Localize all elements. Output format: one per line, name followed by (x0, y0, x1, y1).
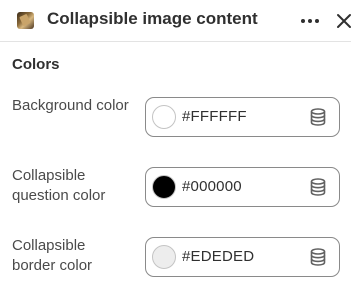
more-horizontal-icon (301, 19, 319, 23)
panel-header: Collapsible image content (0, 0, 351, 42)
hex-value[interactable]: #000000 (182, 178, 242, 195)
database-icon[interactable] (309, 108, 327, 126)
collapsible-question-color-label: Collapsible question color (12, 167, 106, 204)
color-swatch[interactable] (152, 105, 176, 129)
section-title-colors: Colors (12, 56, 60, 73)
database-icon[interactable] (309, 248, 327, 266)
database-icon[interactable] (309, 178, 327, 196)
image-thumbnail-icon (17, 12, 34, 29)
hex-value[interactable]: #EDEDED (182, 248, 254, 265)
color-swatch[interactable] (152, 175, 176, 199)
close-icon (337, 14, 351, 28)
collapsible-question-color-picker[interactable]: #000000 (145, 167, 340, 207)
background-color-picker[interactable]: #FFFFFF (145, 97, 340, 137)
close-button[interactable] (333, 9, 351, 33)
color-swatch[interactable] (152, 245, 176, 269)
hex-value[interactable]: #FFFFFF (182, 108, 247, 125)
more-options-button[interactable] (298, 9, 322, 33)
background-color-label: Background color (12, 97, 129, 114)
collapsible-border-color-picker[interactable]: #EDEDED (145, 237, 340, 277)
panel-title: Collapsible image content (47, 9, 258, 28)
collapsible-border-color-label: Collapsible border color (12, 237, 93, 274)
